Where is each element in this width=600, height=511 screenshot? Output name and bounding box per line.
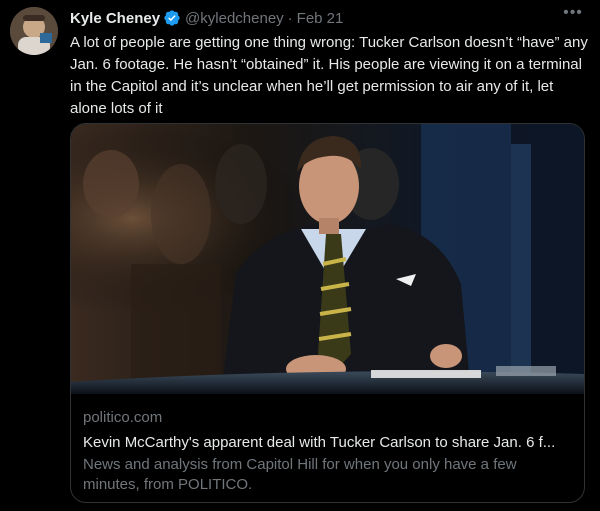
separator-dot: · xyxy=(287,9,293,27)
tweet-header: Kyle Cheney @kyledcheney · Feb 21 xyxy=(70,8,584,28)
verified-badge-icon[interactable] xyxy=(163,9,181,27)
display-name[interactable]: Kyle Cheney xyxy=(70,10,160,27)
avatar-image xyxy=(10,7,58,55)
link-domain[interactable]: politico.com xyxy=(83,408,572,428)
link-title[interactable]: Kevin McCarthy's apparent deal with Tuck… xyxy=(83,433,572,453)
link-card-meta: politico.com Kevin McCarthy's apparent d… xyxy=(83,408,572,495)
link-card[interactable]: politico.com Kevin McCarthy's apparent d… xyxy=(70,123,585,503)
more-options-icon[interactable]: ••• xyxy=(560,4,586,26)
author-handle[interactable]: @kyledcheney xyxy=(185,10,284,27)
tweet[interactable]: Kyle Cheney @kyledcheney · Feb 21 ••• A … xyxy=(0,0,600,511)
link-description: News and analysis from Capitol Hill for … xyxy=(83,456,517,493)
tweet-text: A lot of people are getting one thing wr… xyxy=(70,34,588,117)
link-card-image xyxy=(71,124,584,394)
tweet-date[interactable]: Feb 21 xyxy=(297,10,344,27)
avatar[interactable] xyxy=(10,7,58,55)
